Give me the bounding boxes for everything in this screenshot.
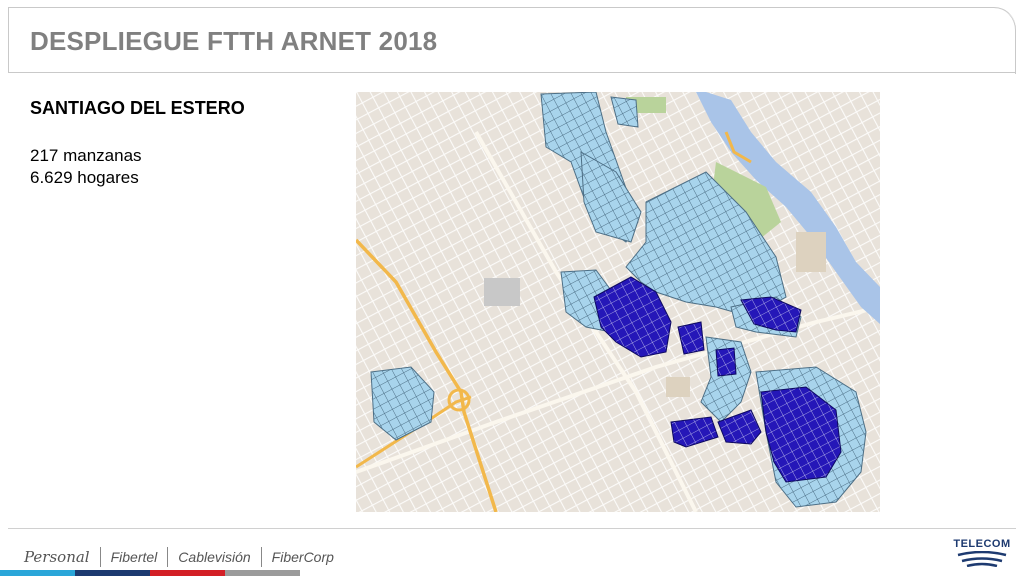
brand-color-segment bbox=[0, 570, 75, 576]
grey-block bbox=[484, 278, 520, 306]
brand-fibercorp: FiberCorp bbox=[271, 549, 334, 565]
brand-color-segment bbox=[225, 570, 300, 576]
telecom-wordmark: TELECOM bbox=[953, 538, 1011, 550]
grey-block bbox=[796, 232, 826, 272]
brand-color-segment bbox=[150, 570, 225, 576]
brand-cablevision: Cablevisión bbox=[178, 549, 251, 565]
info-panel: SANTIAGO DEL ESTERO 217 manzanas 6.629 h… bbox=[30, 98, 245, 189]
brand-color-segment bbox=[75, 570, 150, 576]
brand-color-bar bbox=[0, 570, 300, 576]
grey-block bbox=[666, 377, 690, 397]
page-title: DESPLIEGUE FTTH ARNET 2018 bbox=[30, 26, 438, 56]
brand-strip: Personal Fibertel Cablevisión FiberCorp bbox=[14, 546, 344, 568]
footer-divider bbox=[8, 528, 1016, 529]
brand-fibertel: Fibertel bbox=[110, 549, 158, 565]
deployment-map bbox=[356, 92, 880, 512]
blocks-count: 217 manzanas bbox=[30, 146, 142, 165]
city-name: SANTIAGO DEL ESTERO bbox=[30, 98, 245, 118]
deployed-area bbox=[715, 347, 737, 377]
homes-count: 6.629 hogares bbox=[30, 168, 139, 187]
telecom-logo: TELECOM bbox=[950, 538, 1014, 567]
telecom-arcs-icon bbox=[957, 551, 1007, 567]
brand-personal: Personal bbox=[24, 548, 90, 566]
